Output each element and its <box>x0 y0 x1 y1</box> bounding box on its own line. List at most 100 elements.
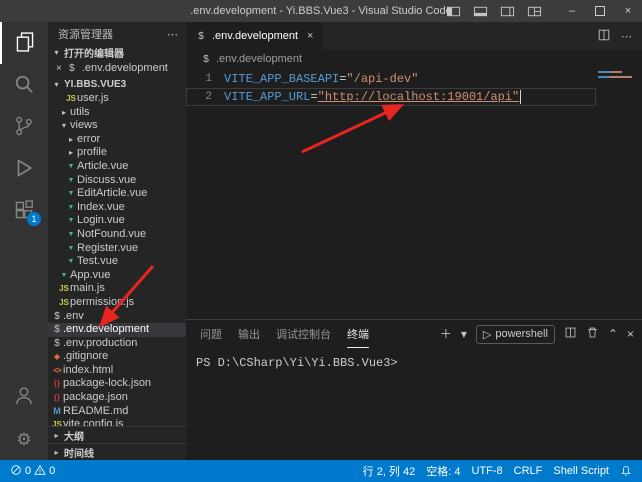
activity-bar: 1 ⚙ <box>0 22 48 460</box>
npm-file-icon: {} <box>51 377 63 391</box>
outline-header[interactable]: ▸ 大纲 <box>48 426 186 443</box>
close-panel-icon[interactable]: × <box>627 328 634 340</box>
code-line[interactable]: 1 VITE_APP_BASEAPI="/api-dev" <box>186 70 596 88</box>
tree-item-Discuss.vue[interactable]: ▼ Discuss.vue <box>48 174 186 188</box>
tree-item-package-lock.json[interactable]: {} package-lock.json <box>48 377 186 391</box>
panel-tab[interactable]: 终端 <box>347 320 369 348</box>
panel-tab[interactable]: 问题 <box>200 320 222 348</box>
tree-item-.gitignore[interactable]: ◆ .gitignore <box>48 350 186 364</box>
tree-item-label: package.json <box>63 391 128 405</box>
timeline-header[interactable]: ▸ 时间线 <box>48 443 186 460</box>
code-editor[interactable]: 1 VITE_APP_BASEAPI="/api-dev" 2 VITE_APP… <box>186 68 642 319</box>
split-editor-icon[interactable] <box>597 28 611 45</box>
tree-item-profile[interactable]: ▸ profile <box>48 146 186 160</box>
activity-extensions[interactable]: 1 <box>0 190 48 232</box>
maximize-button[interactable] <box>586 0 614 22</box>
tree-item-label: Test.vue <box>77 255 118 269</box>
terminal-dropdown-icon[interactable]: ▾ <box>461 328 467 340</box>
customize-layout-icon[interactable] <box>527 4 542 19</box>
kill-terminal-icon[interactable] <box>586 326 599 342</box>
open-editors-header[interactable]: ▾ 打开的编辑器 <box>48 44 186 60</box>
eol[interactable]: CRLF <box>514 465 543 477</box>
tree-item-label: EditArticle.vue <box>77 187 147 201</box>
tree-item-Article.vue[interactable]: ▼ Article.vue <box>48 160 186 174</box>
env-file-icon: $ <box>51 323 63 337</box>
tree-item-index.html[interactable]: <> index.html <box>48 364 186 378</box>
js-file-icon: JS <box>58 296 70 310</box>
vue-file-icon: ▼ <box>58 269 70 283</box>
indentation[interactable]: 空格: 4 <box>426 463 460 479</box>
cursor-position[interactable]: 行 2, 列 42 <box>363 463 416 479</box>
powershell-icon: ▷ <box>483 328 491 341</box>
tree-item-.env.development[interactable]: $ .env.development <box>48 323 186 337</box>
window-title: .env.development - Yi.BBS.Vue3 - Visual … <box>190 5 452 17</box>
tree-item-permission.js[interactable]: JS permission.js <box>48 296 186 310</box>
tree-item-main.js[interactable]: JS main.js <box>48 282 186 296</box>
tree-item-Index.vue[interactable]: ▼ Index.vue <box>48 201 186 215</box>
tree-item-label: Register.vue <box>77 242 138 256</box>
tree-item-user.js[interactable]: JS user.js <box>48 92 186 106</box>
terminal[interactable]: PS D:\CSharp\Yi\Yi.BBS.Vue3> <box>186 348 642 460</box>
tree-item-label: App.vue <box>70 269 110 283</box>
minimize-button[interactable]: – <box>558 0 586 22</box>
project-header[interactable]: ▾ YI.BBS.VUE3 <box>48 76 186 92</box>
language-mode[interactable]: Shell Script <box>553 465 609 477</box>
new-terminal-icon[interactable]: ＋ <box>440 328 452 340</box>
tree-item-.env.production[interactable]: $ .env.production <box>48 337 186 351</box>
shell-profile-button[interactable]: ▷ powershell <box>476 325 555 344</box>
activity-settings[interactable]: ⚙ <box>0 418 48 460</box>
tree-item-package.json[interactable]: {} package.json <box>48 391 186 405</box>
minimap[interactable] <box>596 68 642 319</box>
tree-item-utils[interactable]: ▸ utils <box>48 106 186 120</box>
line-number: 2 <box>186 88 224 106</box>
open-editor-item[interactable]: × $ .env.development <box>48 60 186 76</box>
bottom-panel: 问题输出调试控制台终端 ＋ ▾ ▷ powershell ⌃ × PS D:\C… <box>186 319 642 460</box>
tree-item-label: .env <box>63 310 84 324</box>
tab-close-icon[interactable]: × <box>307 30 313 42</box>
more-actions-icon[interactable]: ⋯ <box>167 28 178 41</box>
tree-item-README.md[interactable]: M README.md <box>48 405 186 419</box>
notifications-bell-icon[interactable] <box>620 465 632 477</box>
editor-more-actions-icon[interactable]: ⋯ <box>621 30 632 43</box>
tree-item-Login.vue[interactable]: ▼ Login.vue <box>48 214 186 228</box>
tree-item-label: user.js <box>77 92 109 106</box>
editor-area: $ .env.development × ⋯ $ .env.developmen… <box>186 22 642 460</box>
toggle-secondary-sidebar-icon[interactable] <box>500 4 515 19</box>
tree-item-label: error <box>77 133 100 147</box>
tree-item-label: utils <box>70 106 90 120</box>
close-icon[interactable]: × <box>56 63 62 74</box>
tree-item-Test.vue[interactable]: ▼ Test.vue <box>48 255 186 269</box>
activity-run-debug[interactable] <box>0 148 48 190</box>
panel-tab[interactable]: 输出 <box>238 320 260 348</box>
token-variable: VITE_APP_URL <box>224 90 310 104</box>
breadcrumb[interactable]: $ .env.development <box>186 50 642 68</box>
tree-item-vite.config.js[interactable]: JS vite.config.js <box>48 418 186 426</box>
vue-file-icon: ▼ <box>65 228 77 242</box>
tree-item-error[interactable]: ▸ error <box>48 133 186 147</box>
close-button[interactable]: × <box>614 0 642 22</box>
split-terminal-icon[interactable] <box>564 326 577 342</box>
encoding[interactable]: UTF-8 <box>471 465 502 477</box>
panel-tab[interactable]: 调试控制台 <box>276 320 331 348</box>
tree-item-label: .gitignore <box>63 350 108 364</box>
tab-env-development[interactable]: $ .env.development × <box>186 22 322 50</box>
maximize-panel-icon[interactable]: ⌃ <box>608 328 618 340</box>
activity-account[interactable] <box>0 376 48 418</box>
tree-item-label: permission.js <box>70 296 134 310</box>
line-tokens: VITE_APP_BASEAPI="/api-dev" <box>224 70 418 88</box>
activity-source-control[interactable] <box>0 106 48 148</box>
tree-item-NotFound.vue[interactable]: ▼ NotFound.vue <box>48 228 186 242</box>
activity-search[interactable] <box>0 64 48 106</box>
tree-item-App.vue[interactable]: ▼ App.vue <box>48 269 186 283</box>
problems-status[interactable]: 0 0 <box>10 464 55 479</box>
tree-item-EditArticle.vue[interactable]: ▼ EditArticle.vue <box>48 187 186 201</box>
tree-item-label: Discuss.vue <box>77 174 136 188</box>
activity-explorer[interactable] <box>0 22 48 64</box>
tree-item-Register.vue[interactable]: ▼ Register.vue <box>48 242 186 256</box>
toggle-panel-icon[interactable] <box>473 4 488 19</box>
code-line[interactable]: 2 VITE_APP_URL="http://localhost:19001/a… <box>186 88 596 106</box>
vue-file-icon: ▼ <box>65 187 77 201</box>
tree-item-.env[interactable]: $ .env <box>48 310 186 324</box>
vue-file-icon: ▼ <box>65 242 77 256</box>
tree-item-views[interactable]: ▾ views <box>48 119 186 133</box>
